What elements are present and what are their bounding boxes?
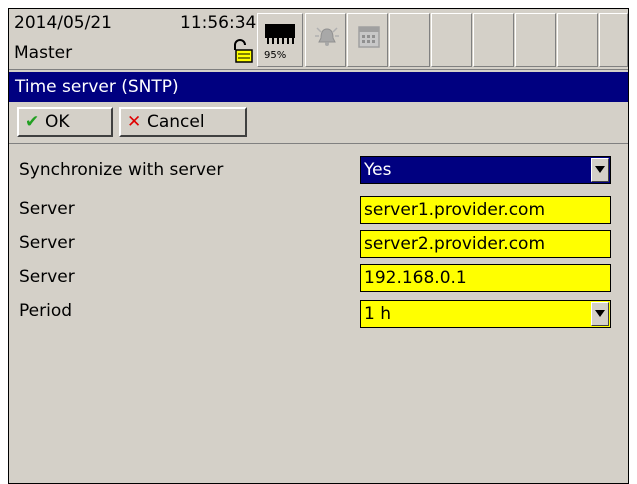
period-select[interactable]: 1 h xyxy=(360,300,611,328)
server3-label: Server xyxy=(19,267,75,287)
alarm-slot[interactable] xyxy=(305,13,346,67)
status-slot-9 xyxy=(557,13,598,67)
server3-input[interactable]: 192.168.0.1 xyxy=(360,264,611,292)
close-icon: ✕ xyxy=(127,112,142,132)
user-level: Master xyxy=(14,43,73,63)
datetime-panel: 2014/05/21 11:56:34 Master xyxy=(12,11,262,67)
current-time: 11:56:34 xyxy=(180,13,257,33)
status-bar: 2014/05/21 11:56:34 Master 95% xyxy=(9,9,628,70)
alarm-bell-icon xyxy=(315,27,339,46)
calendar-slot[interactable] xyxy=(347,13,388,67)
device-screen: 2014/05/21 11:56:34 Master 95% Time serv… xyxy=(8,8,629,484)
chevron-down-icon xyxy=(595,166,605,173)
status-slot-10 xyxy=(599,13,628,67)
checkmark-icon: ✔ xyxy=(25,112,40,132)
sync-select[interactable]: Yes xyxy=(360,156,611,184)
chevron-down-icon xyxy=(595,310,605,317)
period-label: Period xyxy=(19,301,73,321)
memory-percent: 95% xyxy=(264,50,287,61)
server2-input[interactable]: server2.provider.com xyxy=(360,230,611,258)
status-slot-5 xyxy=(389,13,430,67)
memory-indicator[interactable]: 95% xyxy=(257,13,303,67)
ok-button-label: OK xyxy=(45,112,70,132)
divider xyxy=(9,143,628,144)
sync-label: Synchronize with server xyxy=(19,160,224,180)
server1-input[interactable]: server1.provider.com xyxy=(360,196,611,224)
dialog-title: Time server (SNTP) xyxy=(9,72,628,102)
server2-label: Server xyxy=(19,233,75,253)
cancel-button-label: Cancel xyxy=(147,112,205,132)
lock-icon xyxy=(234,39,253,63)
status-slot-6 xyxy=(431,13,472,67)
ok-button[interactable]: ✔ OK xyxy=(17,107,113,137)
period-dropdown-button[interactable] xyxy=(591,302,609,326)
status-slot-7 xyxy=(473,13,514,67)
memory-chip-icon xyxy=(265,24,295,44)
calendar-icon xyxy=(358,26,380,48)
sync-dropdown-button[interactable] xyxy=(591,158,609,182)
current-date: 2014/05/21 xyxy=(14,13,112,33)
server1-label: Server xyxy=(19,199,75,219)
cancel-button[interactable]: ✕ Cancel xyxy=(119,107,247,137)
period-value: 1 h xyxy=(364,304,391,324)
sync-value: Yes xyxy=(364,160,392,180)
status-slot-8 xyxy=(515,13,556,67)
